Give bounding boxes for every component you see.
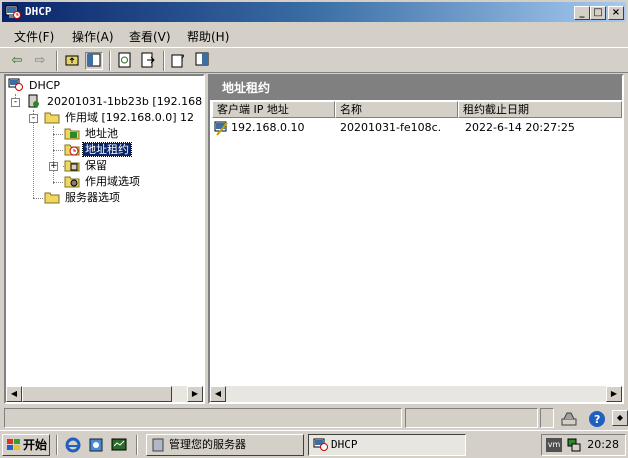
server-icon xyxy=(28,94,39,108)
scroll-right-arrow-icon[interactable]: ▶ xyxy=(606,386,622,402)
server-manager-icon xyxy=(152,438,164,452)
status-panel-main xyxy=(4,408,402,428)
svg-text:?: ? xyxy=(594,413,600,426)
folder-icon xyxy=(44,112,60,124)
task-label: 管理您的服务器 xyxy=(169,438,246,451)
tree-node-server-options[interactable]: 服务器选项 xyxy=(44,190,122,206)
lease-ip-cell: 192.168.0.10 xyxy=(231,121,305,134)
address-pool-icon xyxy=(64,128,80,140)
svg-text:?: ? xyxy=(180,54,185,64)
tree-node-server[interactable]: 20201031-1bb23b [192.168.0 xyxy=(26,94,203,110)
network-tray-icon[interactable] xyxy=(566,437,582,453)
toolbar-separator xyxy=(163,51,165,71)
column-header-expiry[interactable]: 租约截止日期 xyxy=(458,101,622,118)
status-panel-secondary xyxy=(405,408,538,428)
menu-view[interactable]: 查看(V) xyxy=(129,28,171,45)
up-folder-icon[interactable] xyxy=(63,52,81,70)
toolbar: ⇦ ⇨ ? xyxy=(0,47,628,73)
status-expand-arrow-icon[interactable]: ◆ xyxy=(612,410,628,426)
help-icon[interactable]: ? xyxy=(588,410,606,428)
pane-header-title: 地址租约 xyxy=(210,76,622,100)
status-panel-small xyxy=(540,408,554,428)
menu-help[interactable]: 帮助(H) xyxy=(187,28,229,45)
start-label: 开始 xyxy=(23,438,48,452)
network-icon xyxy=(561,412,577,426)
taskbar-separator xyxy=(56,435,58,455)
dhcp-icon xyxy=(8,78,23,91)
tree-horizontal-scrollbar[interactable]: ◀ ▶ xyxy=(6,386,203,402)
toolbar-separator xyxy=(109,51,111,71)
minimize-button[interactable]: _ xyxy=(574,6,590,20)
column-header-ip[interactable]: 客户端 IP 地址 xyxy=(212,101,335,118)
export-list-icon[interactable] xyxy=(139,52,157,70)
lease-client-icon xyxy=(214,121,228,136)
tree-node-reservations[interactable]: 保留 xyxy=(64,158,109,174)
tree-node-dhcp[interactable]: DHCP xyxy=(8,78,62,94)
maximize-button[interactable]: □ xyxy=(590,6,606,20)
ie-icon[interactable] xyxy=(65,437,81,453)
task-label: DHCP xyxy=(331,438,358,451)
tree-node-scope-options[interactable]: 作用域选项 xyxy=(64,174,142,190)
clock[interactable]: 20:28 xyxy=(587,438,619,451)
dhcp-icon xyxy=(313,438,328,451)
window-title: DHCP xyxy=(25,5,52,18)
expand-reservations-toggle[interactable]: + xyxy=(49,162,58,171)
system-tray: vm 20:28 xyxy=(541,434,626,456)
scroll-right-arrow-icon[interactable]: ▶ xyxy=(187,386,203,402)
collapse-server-toggle[interactable]: - xyxy=(11,98,20,107)
scroll-left-arrow-icon[interactable]: ◀ xyxy=(6,386,22,402)
collapse-scope-toggle[interactable]: - xyxy=(29,114,38,123)
vm-tray-icon[interactable]: vm xyxy=(546,438,562,452)
details-pane: 地址租约 客户端 IP 地址 名称 租约截止日期 192.168.0.10 20… xyxy=(208,74,624,404)
scroll-left-arrow-icon[interactable]: ◀ xyxy=(210,386,226,402)
show-hide-tree-icon[interactable] xyxy=(85,52,103,70)
dhcp-app-icon xyxy=(5,5,21,19)
back-arrow-icon[interactable]: ⇦ xyxy=(8,52,26,70)
forward-arrow-icon[interactable]: ⇨ xyxy=(31,52,49,70)
task-dhcp[interactable]: DHCP xyxy=(308,434,466,456)
toolbar-separator xyxy=(56,51,58,71)
column-header-name[interactable]: 名称 xyxy=(335,101,458,118)
taskbar: 开始 管理您的服务器 DHCP vm 20:28 xyxy=(0,430,628,458)
scope-options-icon xyxy=(64,176,80,188)
taskbar-separator xyxy=(136,435,138,455)
address-leases-icon xyxy=(64,144,80,156)
lease-name-cell: 20201031-fe108c. xyxy=(340,121,442,134)
explorer-icon[interactable] xyxy=(88,437,104,453)
title-bar[interactable]: DHCP _ □ × xyxy=(2,2,626,22)
start-button[interactable]: 开始 xyxy=(2,434,50,456)
tree-node-address-pool[interactable]: 地址池 xyxy=(64,126,120,142)
status-bar: ? ◆ xyxy=(0,406,628,430)
server-options-icon xyxy=(44,192,60,204)
desktop-icon[interactable] xyxy=(111,437,127,453)
windows-logo-icon xyxy=(7,439,20,450)
task-manage-server[interactable]: 管理您的服务器 xyxy=(146,434,304,456)
close-button[interactable]: × xyxy=(608,6,624,20)
reservations-icon xyxy=(64,160,80,172)
tree-node-address-leases[interactable]: 地址租约 xyxy=(64,142,132,158)
tree-node-scope[interactable]: 作用域 [192.168.0.0] 12 xyxy=(44,110,196,126)
console-icon[interactable] xyxy=(193,52,211,70)
properties-help-icon[interactable]: ? xyxy=(170,52,188,70)
scroll-thumb[interactable] xyxy=(22,386,172,402)
menu-file[interactable]: 文件(F) xyxy=(14,28,54,45)
refresh-icon[interactable] xyxy=(116,52,134,70)
lease-expiry-cell: 2022-6-14 20:27:25 xyxy=(465,121,575,134)
console-tree[interactable]: DHCP - 20201031-1bb23b [192.168.0 - 作用域 … xyxy=(4,74,205,404)
mmc-window: DHCP _ □ × 文件(F) 操作(A) 查看(V) 帮助(H) ⇦ ⇨ ? xyxy=(0,0,628,430)
menu-action[interactable]: 操作(A) xyxy=(72,28,114,45)
details-horizontal-scrollbar[interactable]: ◀ ▶ xyxy=(210,386,622,402)
menu-bar: 文件(F) 操作(A) 查看(V) 帮助(H) xyxy=(0,24,628,46)
